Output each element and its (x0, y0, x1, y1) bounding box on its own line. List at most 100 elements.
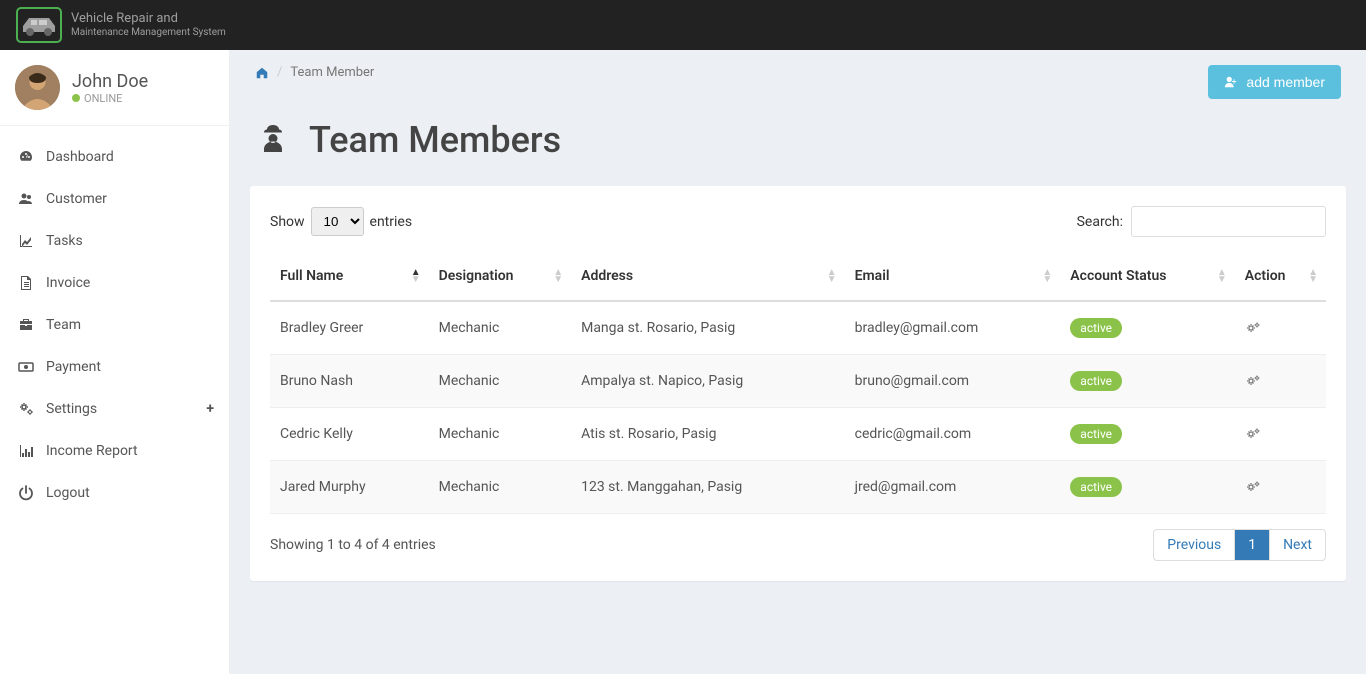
status-badge: active (1070, 318, 1122, 338)
cell-name: Bradley Greer (270, 301, 429, 355)
sidebar: John Doe ONLINE Dashboard Customer Tasks (0, 50, 230, 674)
sidebar-item-team[interactable]: Team (0, 304, 229, 346)
sidebar-item-income-report[interactable]: Income Report (0, 430, 229, 472)
sort-icon: ▲▼ (553, 269, 563, 283)
sidebar-item-invoice[interactable]: Invoice (0, 262, 229, 304)
cell-status: active (1060, 355, 1234, 408)
table-controls: Show 10 entries Search: (270, 206, 1326, 237)
cell-address: Ampalya st. Napico, Pasig (571, 355, 845, 408)
pagination: Previous 1 Next (1153, 529, 1326, 561)
user-status: ONLINE (72, 92, 148, 105)
breadcrumb-current: Team Member (290, 65, 374, 80)
plus-icon: + (206, 401, 214, 417)
table-card: Show 10 entries Search: Full Name▲▼ Desi… (250, 186, 1346, 581)
breadcrumb: / Team Member (255, 65, 374, 80)
gear-icon[interactable] (1245, 320, 1316, 336)
sort-icon: ▲▼ (411, 269, 421, 283)
cell-action (1235, 461, 1326, 514)
cell-name: Bruno Nash (270, 355, 429, 408)
col-email[interactable]: Email▲▼ (845, 252, 1061, 301)
cell-action (1235, 408, 1326, 461)
table-row: Bradley GreerMechanicManga st. Rosario, … (270, 301, 1326, 355)
cogs-icon (18, 401, 36, 417)
sort-icon: ▲▼ (1042, 269, 1052, 283)
gear-icon[interactable] (1245, 373, 1316, 389)
cell-name: Jared Murphy (270, 461, 429, 514)
entries-select[interactable]: 10 (311, 207, 364, 236)
add-member-button[interactable]: add member (1208, 65, 1341, 99)
cell-address: Manga st. Rosario, Pasig (571, 301, 845, 355)
cell-action (1235, 355, 1326, 408)
sidebar-item-settings[interactable]: Settings + (0, 388, 229, 430)
cell-email: bruno@gmail.com (845, 355, 1061, 408)
logo[interactable]: Vehicle Repair and Maintenance Managemen… (15, 6, 226, 44)
money-icon (18, 359, 36, 375)
agent-icon (255, 122, 291, 158)
user-plus-icon (1224, 75, 1238, 89)
page-current[interactable]: 1 (1235, 530, 1270, 560)
cell-address: Atis st. Rosario, Pasig (571, 408, 845, 461)
status-badge: active (1070, 477, 1122, 497)
main-content: / Team Member add member Team Members Sh… (230, 50, 1366, 674)
table-info: Showing 1 to 4 of 4 entries (270, 537, 436, 553)
status-badge: active (1070, 424, 1122, 444)
col-account-status[interactable]: Account Status▲▼ (1060, 252, 1234, 301)
cell-address: 123 st. Manggahan, Pasig (571, 461, 845, 514)
table-row: Jared MurphyMechanic123 st. Manggahan, P… (270, 461, 1326, 514)
cell-designation: Mechanic (429, 408, 571, 461)
page-title-text: Team Members (309, 119, 561, 161)
cell-status: active (1060, 461, 1234, 514)
chart-line-icon (18, 233, 36, 249)
sidebar-item-logout[interactable]: Logout (0, 472, 229, 514)
sort-icon: ▲▼ (827, 269, 837, 283)
table-row: Cedric KellyMechanicAtis st. Rosario, Pa… (270, 408, 1326, 461)
file-icon (18, 275, 36, 291)
sidebar-item-tasks[interactable]: Tasks (0, 220, 229, 262)
logo-text: Vehicle Repair and Maintenance Managemen… (71, 12, 226, 37)
sidebar-nav: Dashboard Customer Tasks Invoice Team Pa… (0, 126, 229, 524)
cell-status: active (1060, 408, 1234, 461)
col-action[interactable]: Action▲▼ (1235, 252, 1326, 301)
cell-email: jred@gmail.com (845, 461, 1061, 514)
col-address[interactable]: Address▲▼ (571, 252, 845, 301)
user-panel: John Doe ONLINE (0, 50, 229, 126)
breadcrumb-separator: / (277, 65, 282, 80)
gear-icon[interactable] (1245, 479, 1316, 495)
cell-designation: Mechanic (429, 301, 571, 355)
status-badge: active (1070, 371, 1122, 391)
bar-chart-icon (18, 443, 36, 459)
power-icon (18, 485, 36, 501)
home-icon[interactable] (255, 66, 269, 80)
col-full-name[interactable]: Full Name▲▼ (270, 252, 429, 301)
avatar[interactable] (15, 65, 60, 110)
car-logo-icon (15, 6, 63, 44)
sort-icon: ▲▼ (1217, 269, 1227, 283)
cell-email: cedric@gmail.com (845, 408, 1061, 461)
topbar: Vehicle Repair and Maintenance Managemen… (0, 0, 1366, 50)
sidebar-item-payment[interactable]: Payment (0, 346, 229, 388)
col-designation[interactable]: Designation▲▼ (429, 252, 571, 301)
cell-designation: Mechanic (429, 355, 571, 408)
search-input[interactable] (1131, 206, 1326, 237)
search-control: Search: (1077, 206, 1326, 237)
toolbox-icon (18, 317, 36, 333)
team-table: Full Name▲▼ Designation▲▼ Address▲▼ Emai… (270, 252, 1326, 514)
table-footer: Showing 1 to 4 of 4 entries Previous 1 N… (270, 529, 1326, 561)
gear-icon[interactable] (1245, 426, 1316, 442)
users-icon (18, 191, 36, 207)
cell-designation: Mechanic (429, 461, 571, 514)
sidebar-item-customer[interactable]: Customer (0, 178, 229, 220)
page-previous[interactable]: Previous (1154, 530, 1235, 560)
cell-action (1235, 301, 1326, 355)
cell-name: Cedric Kelly (270, 408, 429, 461)
page-next[interactable]: Next (1270, 530, 1325, 560)
cell-status: active (1060, 301, 1234, 355)
table-row: Bruno NashMechanicAmpalya st. Napico, Pa… (270, 355, 1326, 408)
sidebar-item-dashboard[interactable]: Dashboard (0, 136, 229, 178)
user-name: John Doe (72, 71, 148, 92)
sort-icon: ▲▼ (1308, 269, 1318, 283)
content-header: / Team Member add member (230, 50, 1366, 114)
page-title: Team Members (230, 114, 1366, 186)
online-dot-icon (72, 94, 80, 102)
cell-email: bradley@gmail.com (845, 301, 1061, 355)
